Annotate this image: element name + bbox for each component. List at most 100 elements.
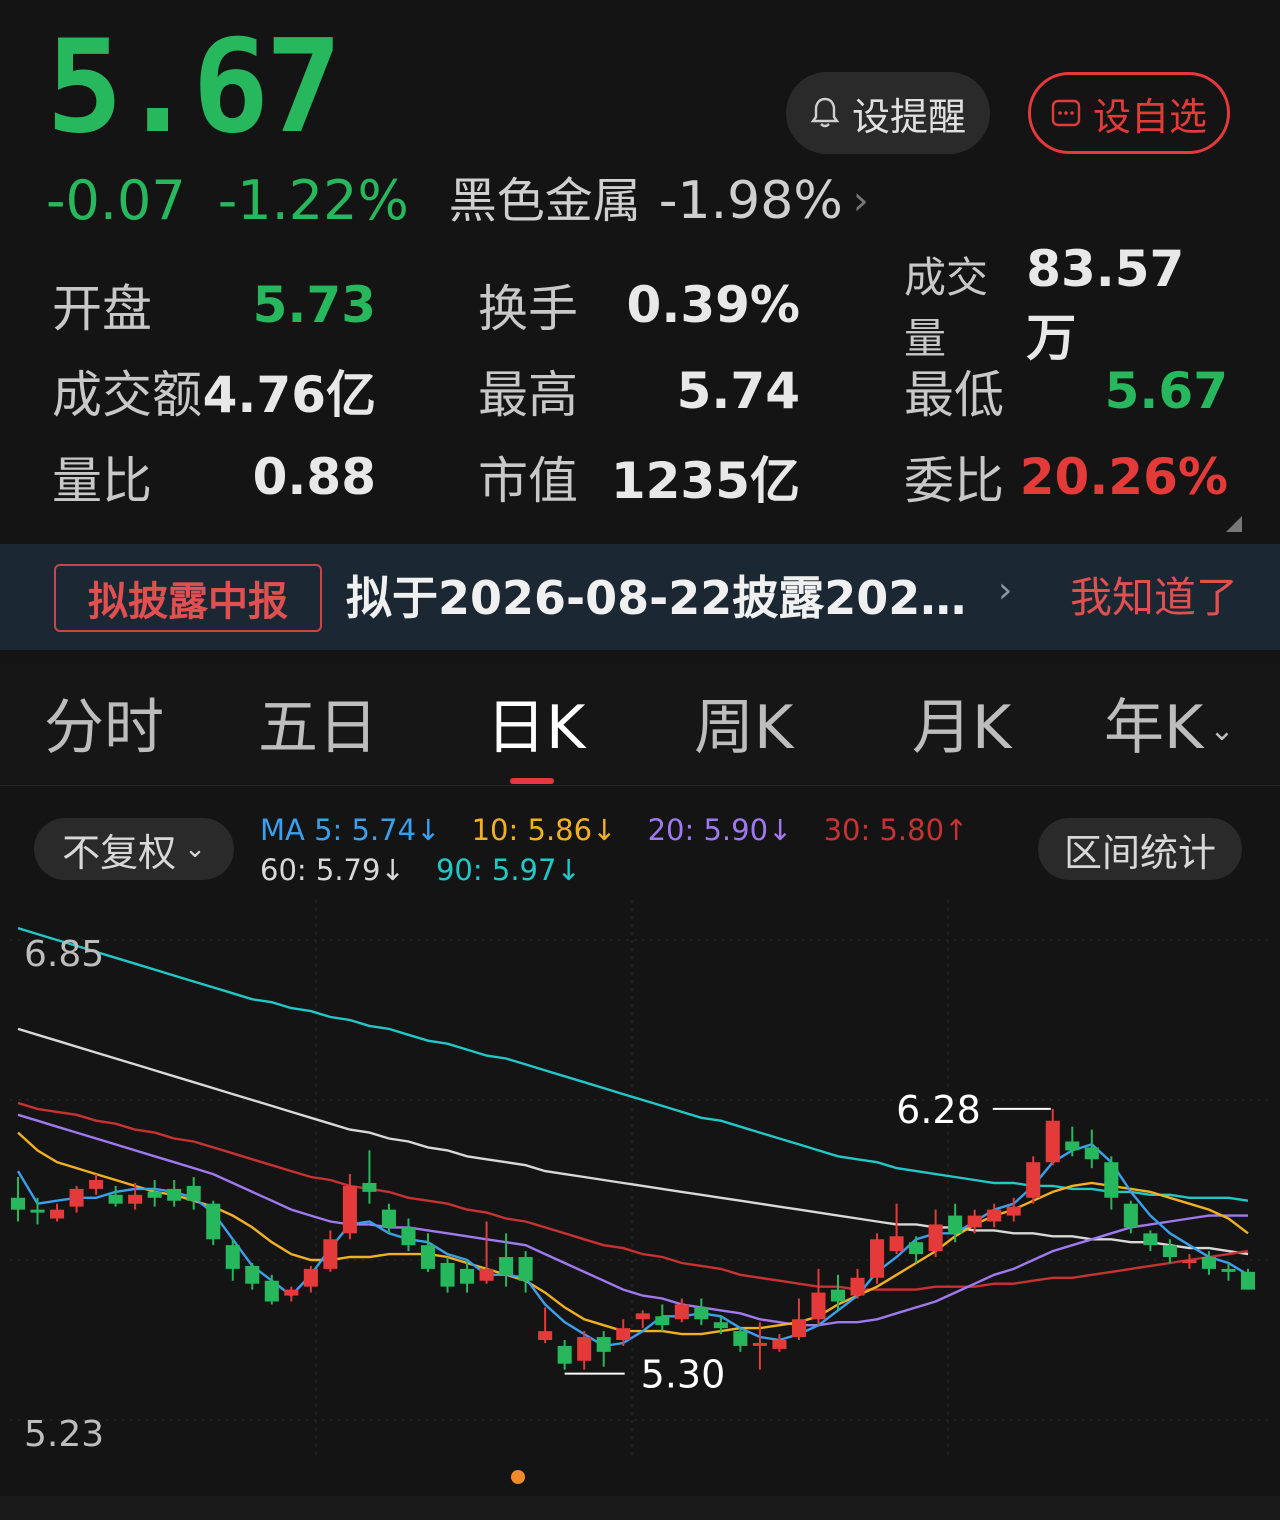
range-stats-button[interactable]: 区间统计: [1038, 818, 1242, 880]
ma90-line: [17, 926, 1249, 1202]
candle-body: [50, 1209, 65, 1219]
ma90-value: 90: 5.97↓: [435, 853, 581, 887]
kline-chart[interactable]: 6.85 5.23 6.28 5.30: [0, 900, 1280, 1500]
tab-daily-k[interactable]: 日K: [486, 692, 585, 764]
candle-body: [596, 1337, 611, 1352]
chat-box-icon: [1051, 99, 1081, 127]
stat-volume: 成交量 83.57万: [904, 240, 1185, 367]
candle-body: [1143, 1233, 1158, 1246]
y-axis-bottom-label: 5.23: [24, 1414, 104, 1455]
bottom-bar: [0, 1496, 1280, 1520]
stat-turnover: 换手 0.39%: [478, 276, 800, 338]
chevron-right-icon[interactable]: ›: [998, 570, 1012, 611]
low-marker-label: 5.30: [641, 1353, 726, 1397]
add-watchlist-button[interactable]: 设自选: [1028, 72, 1230, 154]
candle-body: [1182, 1260, 1197, 1263]
candle-body: [1065, 1141, 1080, 1151]
tab-monthly-k[interactable]: 月K: [912, 692, 1011, 764]
candle-body: [1201, 1257, 1216, 1269]
candle-body: [616, 1328, 631, 1340]
candle-body: [225, 1245, 240, 1269]
candle-body: [245, 1265, 260, 1284]
candle-body: [772, 1340, 787, 1349]
candle-body: [167, 1188, 182, 1201]
tab-five-day[interactable]: 五日: [258, 692, 378, 764]
bell-icon: [810, 97, 840, 128]
candle-body: [479, 1268, 494, 1281]
candle-body: [948, 1215, 963, 1234]
stat-high: 最高 5.74: [478, 362, 800, 424]
chevron-down-icon: ⌄: [184, 834, 206, 864]
candle-body: [1104, 1162, 1119, 1198]
price-adjust-dropdown[interactable]: 不复权 ⌄: [34, 818, 234, 880]
set-alert-label: 设提醒: [851, 94, 966, 139]
tab-intraday[interactable]: 分时: [44, 692, 164, 764]
candle-body: [733, 1331, 748, 1346]
ma60-line: [17, 1027, 1249, 1256]
tab-weekly-k[interactable]: 周K: [694, 692, 793, 764]
candle-body: [1123, 1203, 1138, 1228]
ma10-line: [17, 1131, 1249, 1336]
ma20-line: [17, 1113, 1248, 1327]
candle-body: [928, 1224, 943, 1252]
candle-body: [889, 1236, 904, 1252]
chevron-down-icon: ⌄: [1209, 713, 1235, 749]
add-watchlist-label: 设自选: [1092, 94, 1207, 139]
candle-body: [1221, 1268, 1236, 1272]
quote-stats: 开盘 5.73 换手 0.39% 成交量 83.57万 成交额 4.76亿 最高 5.74…: [52, 240, 1228, 520]
change-row: -0.07 -1.22% 黑色金属 -1.98% ›: [46, 170, 869, 232]
candle-body: [791, 1319, 806, 1338]
candle-body: [499, 1257, 514, 1275]
candle-body: [323, 1239, 338, 1269]
change-percent: -1.22%: [217, 169, 409, 232]
chevron-right-icon[interactable]: ›: [853, 170, 869, 232]
kline-panel: 不复权 ⌄ MA 5: 5.74↓ 10: 5.86↓ 20: 5.90↓ 30:…: [0, 790, 1280, 1510]
candle-body: [694, 1307, 709, 1320]
stat-amount: 成交额 4.76亿: [52, 366, 376, 424]
candle-body: [10, 1197, 26, 1210]
ma10-value: 10: 5.86↓: [471, 813, 617, 847]
dismiss-notice-button[interactable]: 我知道了: [1070, 564, 1238, 632]
chart-period-tabs: 分时 五日 日K 周K 月K 年K ⌄: [0, 664, 1280, 786]
sector-name[interactable]: 黑色金属: [449, 170, 641, 232]
notice-text[interactable]: 拟于2026-08-22披露2026…: [346, 564, 976, 632]
candle-body: [557, 1345, 572, 1364]
ma5-line: [16, 1143, 1249, 1348]
candle-body: [830, 1289, 846, 1302]
candle-body: [108, 1194, 123, 1204]
candle-body: [284, 1289, 299, 1296]
set-alert-button[interactable]: 设提醒: [786, 72, 990, 154]
candle-body: [206, 1203, 221, 1240]
ma20-value: 20: 5.90↓: [647, 813, 793, 847]
candle-body: [362, 1182, 377, 1192]
ma5-value: MA 5: 5.74↓: [260, 813, 441, 847]
ma60-value: 60: 5.79↓: [260, 853, 405, 887]
ma-legend-row-2: 60: 5.79↓ 90: 5.97↓: [260, 850, 603, 890]
stat-open: 开盘 5.73: [52, 276, 376, 338]
candle-body: [440, 1262, 455, 1287]
candle-body: [850, 1277, 865, 1296]
notice-tag: 拟披露中报: [54, 564, 322, 632]
candle-body: [967, 1215, 982, 1228]
candle-body: [752, 1342, 767, 1346]
candle-body: [460, 1268, 475, 1284]
candle-body: [342, 1185, 357, 1234]
candle-body: [89, 1180, 104, 1189]
stat-bid-ratio: 委比 20.26%: [904, 448, 1228, 510]
ma-legend-row-1: MA 5: 5.74↓ 10: 5.86↓ 20: 5.90↓ 30: 5.80…: [260, 810, 990, 850]
candle-body: [264, 1280, 279, 1302]
candle-body: [655, 1316, 670, 1326]
candle-body: [577, 1337, 592, 1361]
candle-body: [420, 1245, 436, 1269]
candle-body: [30, 1209, 45, 1213]
expand-triangle-icon[interactable]: [1226, 516, 1242, 532]
candle-body: [1026, 1162, 1041, 1198]
candle-body: [538, 1331, 553, 1340]
disclosure-notice[interactable]: 拟披露中报 拟于2026-08-22披露2026… › 我知道了: [0, 544, 1280, 650]
tab-yearly-k[interactable]: 年K ⌄: [1104, 692, 1235, 767]
candle-body: [1006, 1206, 1021, 1216]
candle-body: [987, 1209, 1002, 1222]
pager-dot: [511, 1470, 525, 1484]
ma30-line: [17, 1101, 1249, 1291]
sector-percent[interactable]: -1.98%: [659, 170, 843, 232]
